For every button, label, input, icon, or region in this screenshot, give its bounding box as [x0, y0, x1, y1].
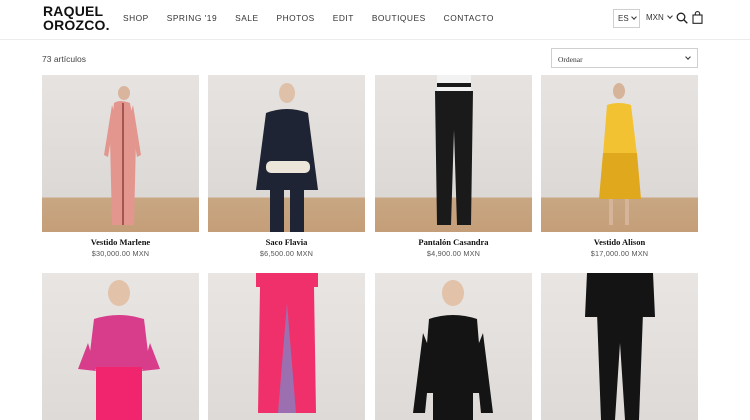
- product-card[interactable]: [375, 273, 532, 420]
- main-nav: SHOP SPRING '19 SALE PHOTOS EDIT BOUTIQU…: [123, 13, 512, 23]
- shopping-bag-icon[interactable]: [692, 11, 703, 24]
- currency-value: MXN: [646, 13, 664, 22]
- nav-item-contacto[interactable]: CONTACTO: [444, 13, 494, 23]
- chevron-down-icon: [667, 13, 673, 19]
- product-image[interactable]: [42, 75, 199, 232]
- product-card[interactable]: [541, 273, 698, 420]
- product-card[interactable]: Pantalón Casandra $4,900.00 MXN: [375, 75, 532, 260]
- chevron-down-icon: [631, 14, 637, 20]
- logo-line-2: OROZCO.: [43, 17, 110, 33]
- language-select[interactable]: ES: [613, 9, 640, 28]
- product-image[interactable]: [541, 273, 698, 420]
- search-icon[interactable]: [676, 12, 688, 24]
- product-price: $17,000.00 MXN: [590, 249, 649, 258]
- site-header: RAQUEL OROZCO. SHOP SPRING '19 SALE PHOT…: [0, 0, 750, 40]
- product-image[interactable]: [541, 75, 698, 232]
- product-card[interactable]: Vestido Alison $17,000.00 MXN: [541, 75, 698, 260]
- nav-item-edit[interactable]: EDIT: [333, 13, 354, 23]
- currency-select[interactable]: MXN: [646, 13, 673, 22]
- product-image[interactable]: [208, 273, 365, 420]
- product-card[interactable]: Vestido Marlene $30,000.00 MXN: [42, 75, 199, 260]
- product-image[interactable]: [208, 75, 365, 232]
- nav-item-shop[interactable]: SHOP: [123, 13, 149, 23]
- logo-line-1: RAQUEL: [43, 3, 104, 19]
- sort-label: Ordenar: [558, 55, 583, 64]
- product-name[interactable]: Saco Flavia: [208, 237, 365, 247]
- product-card[interactable]: Saco Flavia $6,500.00 MXN: [208, 75, 365, 260]
- product-image[interactable]: [375, 75, 532, 232]
- product-name[interactable]: Vestido Alison: [541, 237, 698, 247]
- product-card[interactable]: [42, 273, 199, 420]
- product-price: $6,500.00 MXN: [259, 249, 314, 258]
- product-image[interactable]: [42, 273, 199, 420]
- nav-item-sale[interactable]: SALE: [235, 13, 258, 23]
- product-price: $30,000.00 MXN: [91, 249, 150, 258]
- product-price: $4,900.00 MXN: [426, 249, 481, 258]
- nav-item-spring[interactable]: SPRING '19: [167, 13, 217, 23]
- product-count: 73 artículos: [42, 54, 86, 64]
- sort-select[interactable]: Ordenar: [551, 48, 698, 68]
- product-image[interactable]: [375, 273, 532, 420]
- chevron-down-icon: [685, 54, 691, 60]
- product-name[interactable]: Vestido Marlene: [42, 237, 199, 247]
- product-name[interactable]: Pantalón Casandra: [375, 237, 532, 247]
- nav-item-photos[interactable]: PHOTOS: [277, 13, 315, 23]
- nav-item-boutiques[interactable]: BOUTIQUES: [372, 13, 426, 23]
- product-card[interactable]: [208, 273, 365, 420]
- language-value: ES: [618, 14, 629, 23]
- brand-logo[interactable]: RAQUEL OROZCO.: [43, 4, 111, 32]
